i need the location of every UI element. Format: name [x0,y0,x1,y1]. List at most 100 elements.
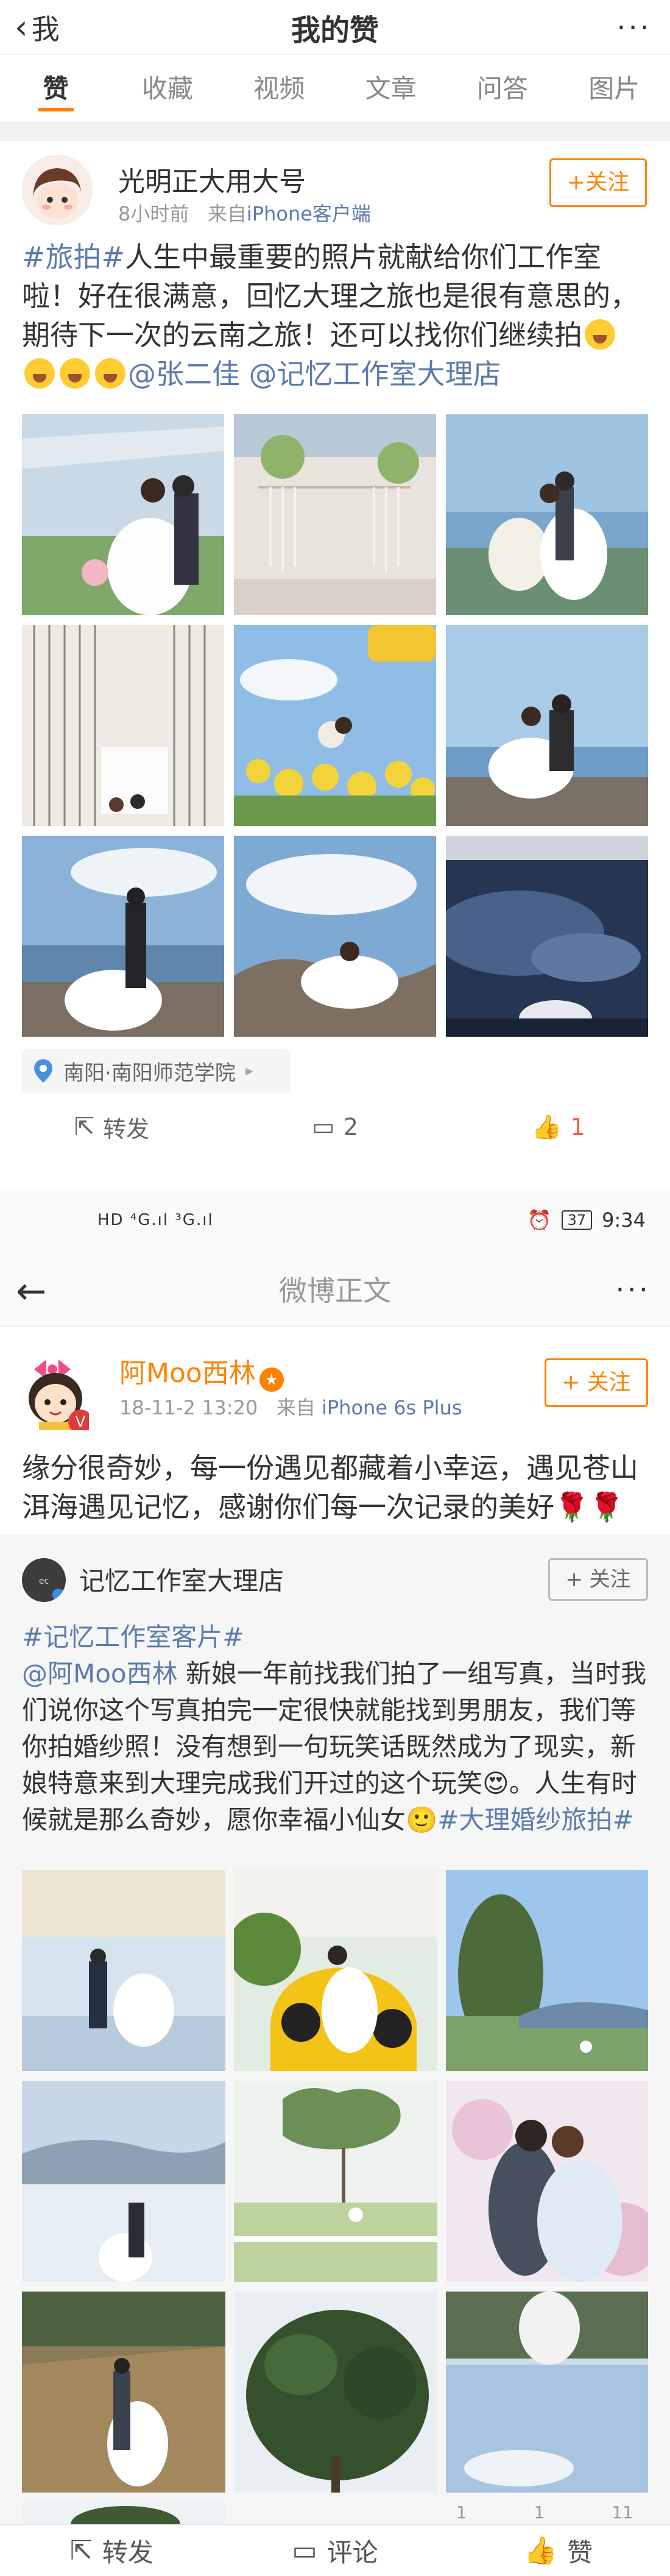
mention-link[interactable]: @阿Moo西林 [22,1659,178,1689]
follow-button[interactable]: + 关注 [545,1358,648,1407]
post-photo[interactable] [22,2081,225,2282]
post-photo[interactable] [446,2081,648,2282]
like-icon: 👍 [531,1115,562,1139]
arrow-right-icon: ▸ [245,1062,253,1080]
post-photo[interactable] [234,1870,437,2071]
post-photo[interactable] [446,836,648,1037]
tab-articles[interactable]: 文章 [335,55,446,122]
more-icon[interactable]: ··· [616,11,652,45]
post-photo[interactable] [234,2081,437,2282]
repost-label: 转发 [103,1115,150,1140]
reposted-content[interactable]: ec 记忆工作室大理店 + 关注 #记忆工作室客片# @阿Moo西林 新娘一年前… [0,1534,670,2524]
arrow-left-icon[interactable]: ← [16,1273,46,1310]
svg-text:ec: ec [39,1576,49,1586]
post-photo[interactable] [234,414,436,615]
emoji-icon [24,358,55,389]
post-photo[interactable] [234,2292,437,2493]
chevron-left-icon: ‹ [15,8,28,46]
emoji-icon [585,319,615,350]
post-source[interactable]: iPhone 6s Plus [322,1396,462,1419]
post-source[interactable]: iPhone客户端 [247,202,371,225]
source-prefix: 来自 [276,1396,316,1419]
vip-badge-icon: V [68,1410,89,1430]
location-pin-icon [34,1059,52,1082]
post-time: 8小时前 [118,202,189,225]
repost-icon: ⇱ [74,1115,95,1139]
post-photo[interactable] [22,1870,225,2071]
repost-button[interactable]: ⇱ 转发 [0,1115,224,1139]
repost-button[interactable]: ⇱ 转发 [0,2525,224,2576]
post-photo[interactable] [446,625,648,826]
post-photo[interactable] [446,414,648,615]
location-tag[interactable]: 南阳·南阳师范学院 ▸ [22,1049,290,1093]
divider [0,123,670,141]
post-photo[interactable] [234,836,436,1037]
avatar[interactable] [22,155,93,225]
mention-link[interactable]: @记忆工作室大理店 [249,358,501,390]
post-photo[interactable] [22,2292,225,2493]
top-navbar: ‹ 我 我的赞 ··· [0,0,670,55]
alarm-icon: ⏰ [527,1209,552,1232]
like-icon: 👍 [524,2535,558,2566]
battery-indicator: 37 [561,1210,593,1230]
back-button[interactable]: ‹ 我 [15,0,60,55]
post-photo[interactable] [446,1870,648,2071]
follow-button[interactable]: + 关注 [548,1558,648,1601]
post-photo[interactable] [22,625,224,826]
mention-link[interactable]: @张二佳 [128,358,240,390]
post-meta: 18-11-2 13:20 来自 iPhone 6s Plus [119,1392,462,1420]
detail-navbar: 微博正文 ← ··· [0,1255,670,1327]
avatar[interactable]: V [22,1351,89,1430]
location-label: 南阳·南阳师范学院 [63,1060,236,1085]
comment-button[interactable]: ▭ 评论 [224,2525,447,2576]
original-post: V 阿Moo西林 ★ 18-11-2 13:20 来自 iPhone 6s Plu… [0,1327,670,1534]
tab-images[interactable]: 图片 [559,55,670,122]
divider [0,1152,670,1188]
repost-mini-comment[interactable]: 1 [534,2502,545,2524]
repost-label: 转发 [102,2537,153,2567]
like-label: 赞 [567,2537,593,2567]
username[interactable]: 光明正大用大号 [118,160,306,199]
username[interactable]: 阿Moo西林 ★ [119,1351,284,1392]
vip-icon: ★ [259,1367,284,1392]
comment-icon: ▭ [312,1115,335,1139]
username-text: 阿Moo西林 [119,1358,256,1389]
comment-button[interactable]: ▭ 2 [224,1115,447,1139]
repost-mini-like[interactable]: 11 [612,2502,633,2524]
post-photo[interactable] [234,625,436,826]
status-right: ⏰ 37 9:34 [527,1209,646,1232]
repost-icon: ⇱ [69,2535,93,2566]
hashtag-link[interactable]: #旅拍# [22,241,125,273]
post-text: #旅拍#人生中最重要的照片就献给你们工作室啦！好在很满意，回忆大理之旅也是很有意… [22,238,648,393]
post-photo[interactable] [22,414,224,615]
tab-qa[interactable]: 问答 [446,55,558,122]
signal-indicator: HD ⁴G.ıl ³G.ıl [97,1211,214,1229]
post-action-bar: ⇱ 转发 ▭ 2 👍 1 [0,1115,670,1139]
source-prefix: 来自 [207,202,247,225]
follow-button[interactable]: +关注 [549,158,647,207]
avatar[interactable]: ec [22,1558,66,1602]
repost-username[interactable]: 记忆工作室大理店 [79,1561,284,1598]
tab-bar: 赞 收藏 视频 文章 问答 图片 [0,55,670,123]
comment-label: 评论 [326,2537,378,2567]
repost-mini-actions: 1 1 11 [0,2502,670,2524]
post-time: 18-11-2 13:20 [119,1396,258,1419]
post-photo[interactable] [22,836,224,1037]
tab-likes[interactable]: 赞 [0,55,111,122]
repost-text: #记忆工作室客片# @阿Moo西林 新娘一年前找我们拍了一组写真，当时我们说你这… [22,1619,648,1838]
post-photo[interactable] [446,2292,648,2493]
hashtag-link[interactable]: #记忆工作室客片# [22,1622,244,1652]
repost-mini-repost[interactable]: 1 [456,2502,467,2524]
comment-icon: ▭ [292,2535,317,2566]
hashtag-link[interactable]: #大理婚纱旅拍# [437,1805,633,1835]
like-button[interactable]: 👍 1 [446,1115,670,1139]
emoji-icon [95,358,125,389]
detail-title: 微博正文 [279,1274,391,1307]
post-card[interactable]: 光明正大用大号 8小时前 来自iPhone客户端 +关注 #旅拍#人生中最重要的… [0,141,670,1152]
clock: 9:34 [602,1209,646,1232]
tab-videos[interactable]: 视频 [224,55,335,122]
tab-favorites[interactable]: 收藏 [111,55,223,122]
more-icon[interactable]: ··· [615,1273,651,1307]
page-title: 我的赞 [291,13,379,48]
like-button[interactable]: 👍 赞 [446,2525,670,2576]
